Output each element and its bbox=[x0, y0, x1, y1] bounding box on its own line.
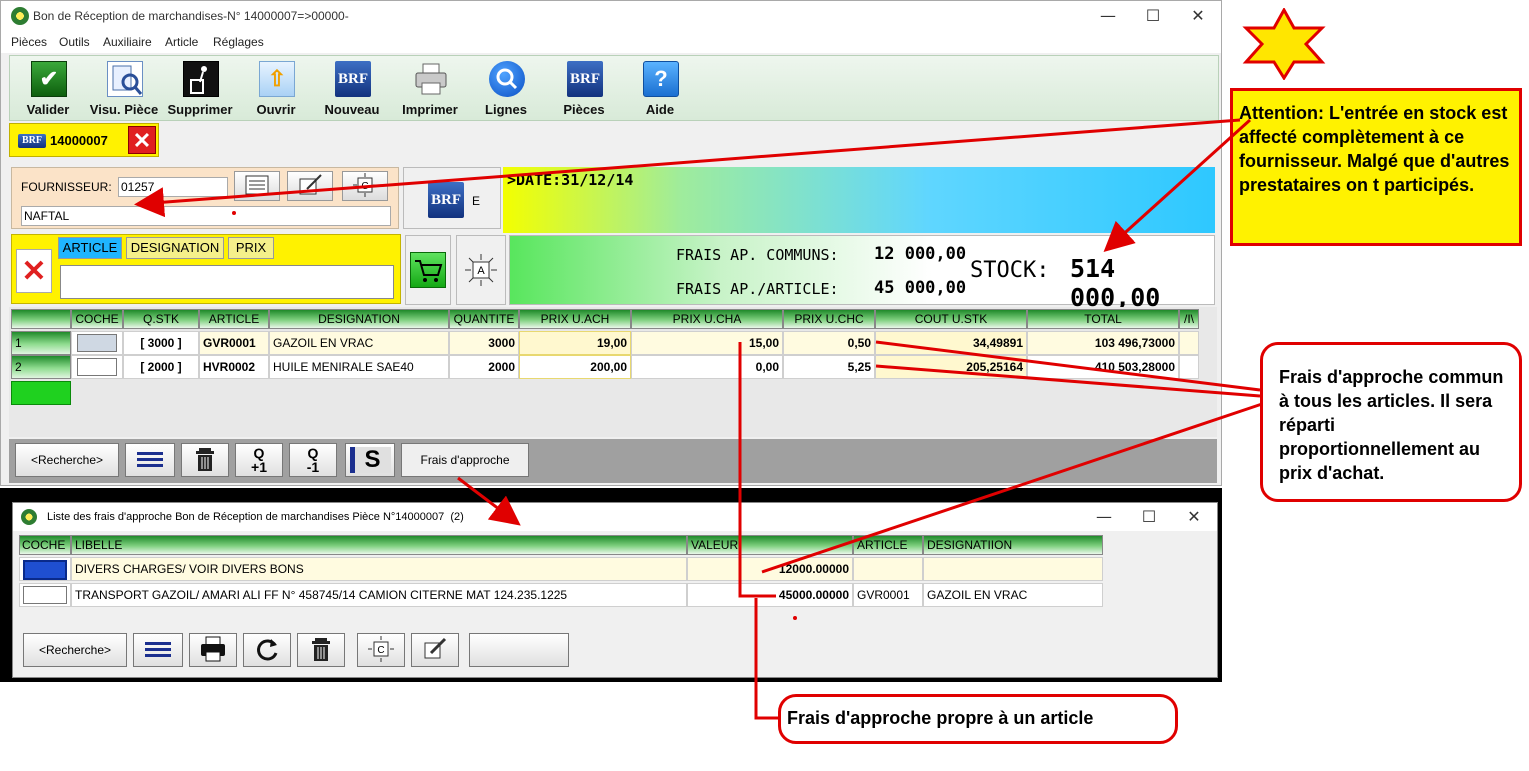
arrow-common-3 bbox=[761, 402, 1263, 574]
arrow-to-fournisseur bbox=[134, 118, 1241, 218]
arrow-common-1 bbox=[875, 340, 1261, 392]
marker-dot bbox=[232, 211, 236, 215]
marker-dot bbox=[793, 616, 797, 620]
arrow-common-2 bbox=[875, 364, 1261, 398]
arrow-to-stock bbox=[1103, 118, 1252, 253]
arrow-article-2 bbox=[754, 598, 778, 720]
annotation-arrows bbox=[134, 118, 1263, 720]
arrow-to-subwindow bbox=[457, 476, 521, 526]
arrow-article-1 bbox=[738, 342, 776, 598]
